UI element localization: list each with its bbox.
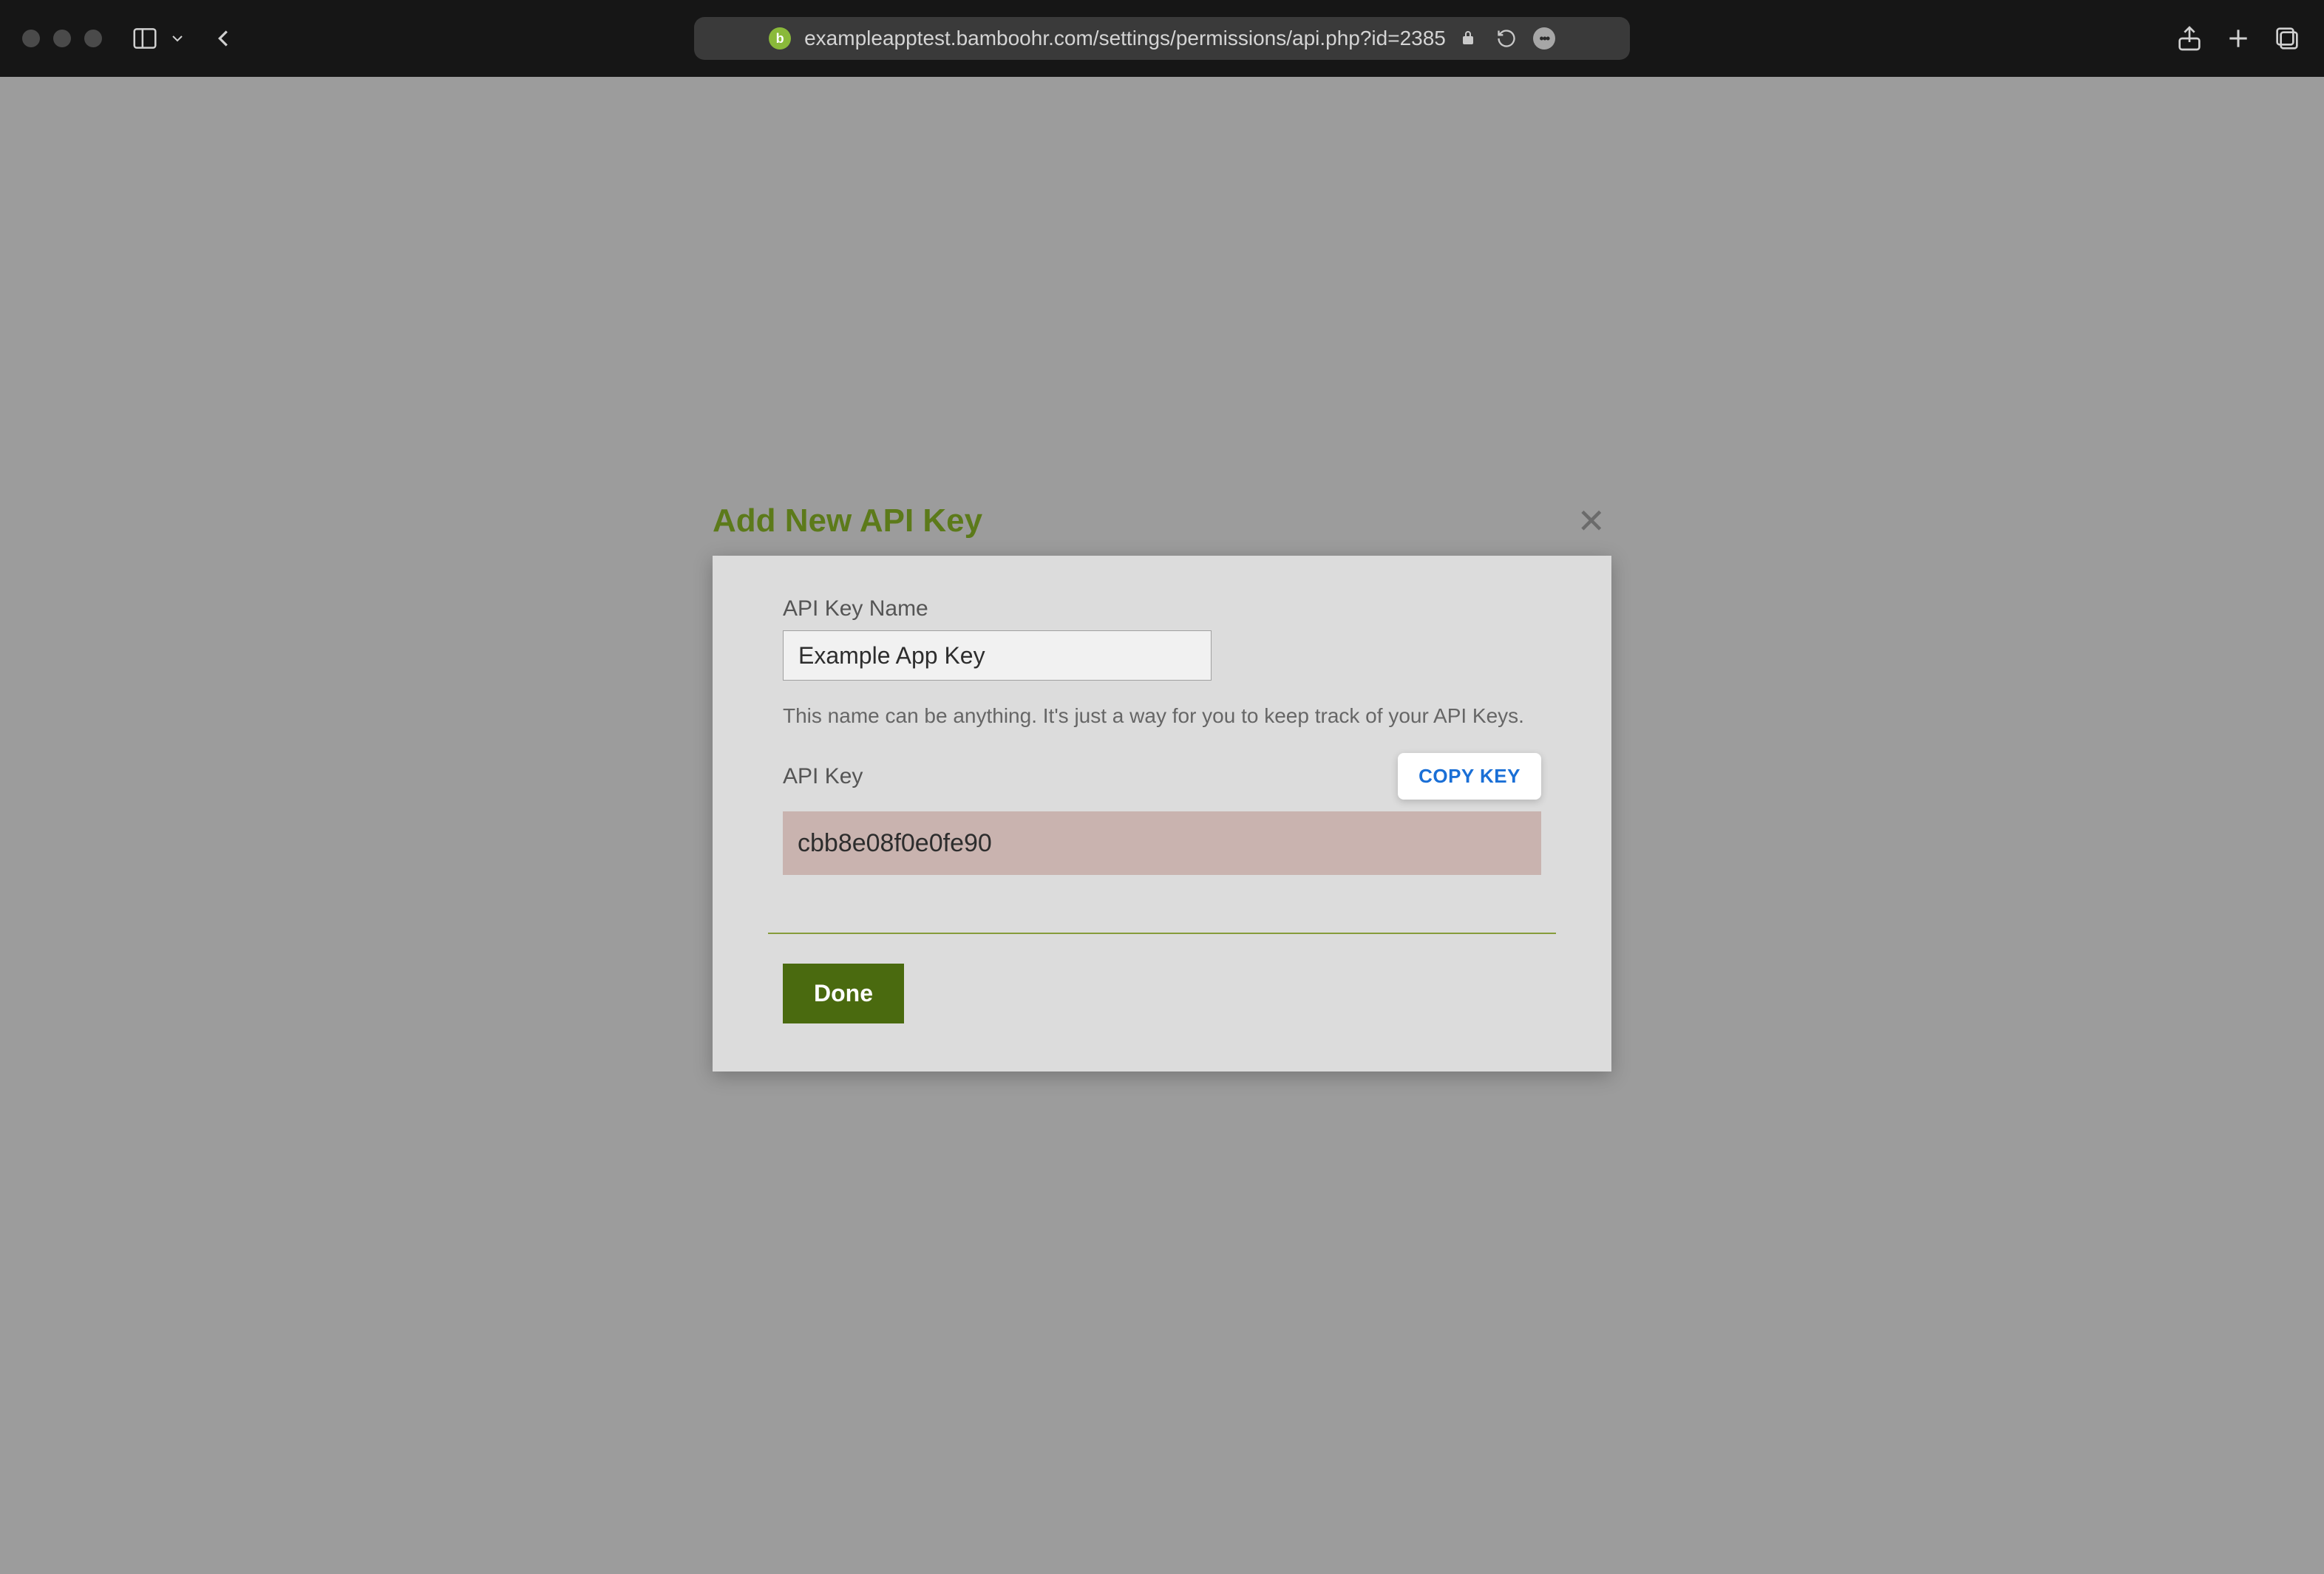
- sidebar-toggle-icon[interactable]: [130, 24, 160, 53]
- close-window-button[interactable]: [22, 30, 40, 47]
- lock-icon: [1459, 30, 1477, 47]
- api-key-value[interactable]: cbb8e08f0e0fe90: [783, 811, 1541, 875]
- api-key-name-help: This name can be anything. It's just a w…: [783, 704, 1541, 728]
- api-key-name-label: API Key Name: [783, 596, 1541, 621]
- modal-body: API Key Name This name can be anything. …: [713, 556, 1611, 1072]
- copy-key-button[interactable]: COPY KEY: [1398, 753, 1541, 800]
- modal-title: Add New API Key: [713, 502, 982, 539]
- nav-back-button[interactable]: [208, 24, 238, 53]
- modal-header: Add New API Key ✕: [713, 501, 1611, 556]
- page-actions-icon[interactable]: •••: [1533, 27, 1555, 50]
- address-bar[interactable]: b exampleapptest.bamboohr.com/settings/p…: [694, 17, 1630, 60]
- done-button[interactable]: Done: [783, 964, 904, 1023]
- api-key-label: API Key: [783, 764, 863, 789]
- share-icon[interactable]: [2175, 24, 2204, 53]
- reload-icon[interactable]: [1496, 28, 1517, 49]
- modal-divider: [768, 933, 1556, 934]
- close-icon[interactable]: ✕: [1571, 501, 1611, 541]
- api-key-name-input[interactable]: [783, 630, 1212, 681]
- add-api-key-modal: Add New API Key ✕ API Key Name This name…: [713, 501, 1611, 1072]
- modal-footer: Done: [783, 964, 1541, 1023]
- site-identity-badge: b: [769, 27, 791, 50]
- window-controls: [22, 30, 102, 47]
- browser-chrome: b exampleapptest.bamboohr.com/settings/p…: [0, 0, 2324, 77]
- tabs-overview-icon[interactable]: [2272, 24, 2302, 53]
- minimize-window-button[interactable]: [53, 30, 71, 47]
- url-text: exampleapptest.bamboohr.com/settings/per…: [804, 27, 1446, 50]
- chevron-down-icon[interactable]: [169, 24, 186, 53]
- new-tab-icon[interactable]: [2223, 24, 2253, 53]
- maximize-window-button[interactable]: [84, 30, 102, 47]
